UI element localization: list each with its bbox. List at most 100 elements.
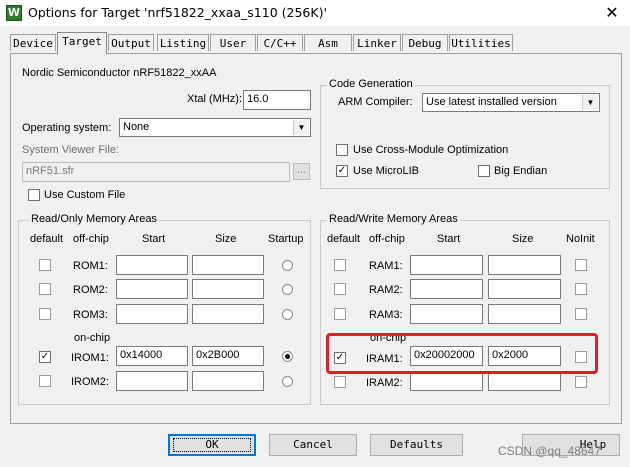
irom1-size-input[interactable]: 0x2B000	[192, 346, 264, 366]
custom-file-checkbox[interactable]	[28, 189, 40, 201]
irom2-startup-radio[interactable]	[282, 376, 293, 387]
svf-browse-button[interactable]: ...	[293, 163, 310, 180]
tab-utilities[interactable]: Utilities	[449, 34, 513, 51]
arm-compiler-label: ARM Compiler:	[338, 96, 413, 108]
rom1-default-checkbox[interactable]	[39, 259, 51, 271]
os-select-value: None	[123, 121, 150, 133]
rom-header-start: Start	[142, 233, 166, 245]
xtal-input[interactable]: 16.0	[243, 90, 311, 110]
tab-user[interactable]: User	[210, 34, 256, 51]
iram2-start-input[interactable]	[410, 371, 483, 391]
iram2-default-checkbox[interactable]	[334, 376, 346, 388]
xtal-label: Xtal (MHz):	[187, 93, 242, 105]
device-name: Nordic Semiconductor nRF51822_xxAA	[22, 67, 217, 79]
ram-header-noinit: NoInit	[566, 233, 595, 245]
close-icon[interactable]: ✕	[600, 2, 624, 24]
irom1-startup-radio[interactable]	[282, 351, 293, 362]
tab-linker[interactable]: Linker	[353, 34, 401, 51]
irom2-label: IROM2:	[71, 376, 109, 388]
ram3-default-checkbox[interactable]	[334, 308, 346, 320]
chevron-down-icon: ▼	[293, 120, 309, 135]
ram3-start-input[interactable]	[410, 304, 483, 324]
tab-asm[interactable]: Asm	[304, 34, 352, 51]
big-endian-checkbox[interactable]	[478, 165, 490, 177]
defaults-button[interactable]: Defaults	[370, 434, 463, 456]
irom2-size-input[interactable]	[192, 371, 264, 391]
ram1-size-input[interactable]	[488, 255, 561, 275]
ram2-noinit-checkbox[interactable]	[575, 283, 587, 295]
rom3-start-input[interactable]	[116, 304, 188, 324]
rom2-start-input[interactable]	[116, 279, 188, 299]
ram1-start-input[interactable]	[410, 255, 483, 275]
rom3-startup-radio[interactable]	[282, 309, 293, 320]
iram1-highlight-annotation	[326, 333, 598, 374]
rom-onchip-label: on-chip	[74, 332, 111, 344]
rom1-label: ROM1:	[73, 260, 108, 272]
irom1-label: IROM1:	[71, 352, 109, 364]
cross-module-label: Use Cross-Module Optimization	[353, 144, 509, 156]
rom2-default-checkbox[interactable]	[39, 283, 51, 295]
ram-header-default: default	[327, 233, 361, 245]
ram2-default-checkbox[interactable]	[334, 283, 346, 295]
watermark-text: CSDN @qq_48647	[498, 444, 601, 458]
microlib-checkbox[interactable]: ✓	[336, 165, 348, 177]
iram2-noinit-checkbox[interactable]	[575, 376, 587, 388]
iram2-size-input[interactable]	[488, 371, 561, 391]
microlib-label: Use MicroLIB	[353, 165, 420, 177]
ram2-label: RAM2:	[369, 284, 403, 296]
code-generation-title: Code Generation	[327, 78, 415, 90]
big-endian-label: Big Endian	[494, 165, 548, 177]
tab-output[interactable]: Output	[108, 34, 154, 51]
ram2-start-input[interactable]	[410, 279, 483, 299]
irom1-default-checkbox[interactable]: ✓	[39, 351, 51, 363]
rom1-startup-radio[interactable]	[282, 260, 293, 271]
ram-header-start: Start	[437, 233, 461, 245]
rom-header-startup: Startup	[268, 233, 304, 245]
arm-compiler-value: Use latest installed version	[426, 96, 557, 108]
ok-button[interactable]: OK	[168, 434, 256, 456]
ram3-size-input[interactable]	[488, 304, 561, 324]
ram1-label: RAM1:	[369, 260, 403, 272]
cancel-button[interactable]: Cancel	[269, 434, 357, 456]
uvision-app-icon: W	[6, 5, 22, 21]
svf-label: System Viewer File:	[22, 144, 119, 156]
cross-module-checkbox[interactable]	[336, 144, 348, 156]
tab-debug[interactable]: Debug	[402, 34, 448, 51]
rom3-size-input[interactable]	[192, 304, 264, 324]
rom2-label: ROM2:	[73, 284, 108, 296]
ram1-default-checkbox[interactable]	[334, 259, 346, 271]
ram3-label: RAM3:	[369, 309, 403, 321]
rom3-default-checkbox[interactable]	[39, 308, 51, 320]
ram-header-size: Size	[512, 233, 534, 245]
irom2-start-input[interactable]	[116, 371, 188, 391]
os-select[interactable]: None ▼	[119, 118, 311, 137]
tab-device[interactable]: Device	[10, 34, 56, 51]
custom-file-label: Use Custom File	[44, 189, 126, 201]
ram-group-title: Read/Write Memory Areas	[327, 213, 460, 225]
os-label: Operating system:	[22, 122, 112, 134]
svf-input[interactable]: nRF51.sfr	[22, 162, 290, 182]
rom-group-title: Read/Only Memory Areas	[29, 213, 159, 225]
rom3-label: ROM3:	[73, 309, 108, 321]
window-title: Options for Target 'nrf51822_xxaa_s110 (…	[28, 5, 327, 20]
irom1-start-input[interactable]: 0x14000	[116, 346, 188, 366]
ram3-noinit-checkbox[interactable]	[575, 308, 587, 320]
focus-rect	[173, 438, 251, 452]
irom2-default-checkbox[interactable]	[39, 375, 51, 387]
rom-header-offchip: off-chip	[73, 233, 109, 245]
iram2-label: IRAM2:	[366, 377, 403, 389]
rom2-startup-radio[interactable]	[282, 284, 293, 295]
arm-compiler-select[interactable]: Use latest installed version ▼	[422, 93, 600, 112]
ram-header-offchip: off-chip	[369, 233, 405, 245]
ram1-noinit-checkbox[interactable]	[575, 259, 587, 271]
ram2-size-input[interactable]	[488, 279, 561, 299]
rom-header-default: default	[30, 233, 64, 245]
rom1-size-input[interactable]	[192, 255, 264, 275]
rom-header-size: Size	[215, 233, 237, 245]
tab-c-cpp[interactable]: C/C++	[257, 34, 303, 51]
tab-target[interactable]: Target	[57, 32, 107, 54]
rom1-start-input[interactable]	[116, 255, 188, 275]
tab-listing[interactable]: Listing	[157, 34, 209, 51]
chevron-down-icon: ▼	[582, 95, 598, 110]
rom2-size-input[interactable]	[192, 279, 264, 299]
